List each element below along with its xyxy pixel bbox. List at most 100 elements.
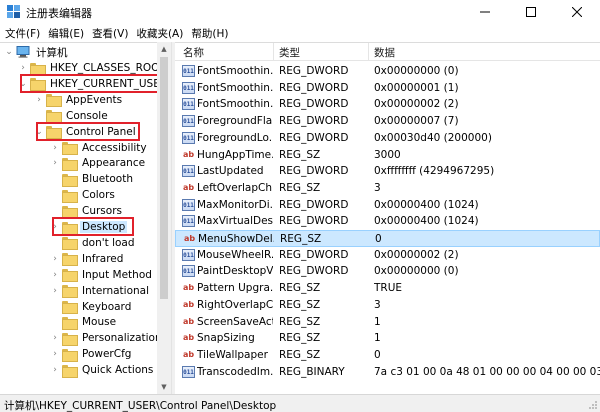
value-name: TileWallpaper [197, 348, 268, 361]
value-row[interactable]: 011 FontSmoothin... REG_DWORD 0x00000001 (1… [175, 80, 600, 97]
tree-item[interactable]: Console [34, 108, 110, 124]
tree-item[interactable]: Cursors [50, 203, 124, 219]
chevron-right-icon[interactable]: › [50, 362, 60, 378]
tree-item[interactable]: › HKEY_CLASSES_ROOT [18, 60, 168, 76]
chevron-right-icon[interactable]: › [50, 330, 60, 346]
tree-item[interactable]: › Accessibility [50, 140, 149, 156]
menu-view[interactable]: 查看(V) [88, 24, 132, 41]
value-type: REG_SZ [279, 181, 321, 194]
registry-editor-icon [7, 5, 20, 18]
status-bar: 计算机\HKEY_CURRENT_USER\Control Panel\Desk… [0, 394, 600, 412]
value-name: Pattern Upgra... [197, 282, 273, 295]
value-type: REG_DWORD [279, 131, 349, 144]
column-header-type[interactable]: 类型 [279, 45, 300, 60]
value-type: REG_DWORD [279, 248, 349, 261]
scroll-thumb[interactable] [160, 57, 168, 299]
value-row[interactable]: 011 TranscodedIm... REG_BINARY 7a c3 01 00 … [175, 364, 600, 381]
folder-icon [62, 173, 78, 187]
values-list[interactable]: 名称 类型 数据 011 FontSmoothin... REG_DWORD 0x00… [175, 42, 600, 394]
tree-item[interactable]: Bluetooth [50, 171, 135, 187]
tree-item[interactable]: ⌄ Control Panel [34, 124, 138, 140]
column-header-data[interactable]: 数据 [374, 45, 395, 60]
value-row[interactable]: 011 MaxMonitorDi... REG_DWORD 0x00000400 (1… [175, 197, 600, 214]
minimize-icon [480, 11, 490, 13]
column-separator[interactable] [273, 43, 274, 61]
registry-tree[interactable]: ⌄ 计算机 › HKEY_CLASSES_ROOT ⌄ HKEY_CURRENT_US… [0, 42, 171, 394]
value-row[interactable]: 011 ForegroundLo... REG_DWORD 0x00030d40 (2… [175, 130, 600, 147]
value-row[interactable]: ab SnapSizing REG_SZ 1 [175, 330, 600, 347]
value-row[interactable]: 011PaintDesktopV... REG_DWORD 0x00000000 (… [175, 263, 600, 280]
menu-file[interactable]: 文件(F) [0, 24, 44, 41]
chevron-right-icon[interactable]: › [50, 140, 60, 156]
tree-item[interactable]: › Appearance [50, 155, 147, 171]
resize-grip-icon[interactable] [588, 400, 598, 410]
column-separator[interactable] [368, 43, 369, 61]
tree-item[interactable]: › AppEvents [34, 92, 124, 108]
value-row[interactable]: 011ForegroundFla... REG_DWORD 0x00000007 (… [175, 113, 600, 130]
menu-edit[interactable]: 编辑(E) [44, 24, 88, 41]
chevron-right-icon[interactable]: › [50, 155, 60, 171]
value-row[interactable]: abLeftOverlapCh... REG_SZ 3 [175, 180, 600, 197]
value-name: SnapSizing [197, 332, 255, 345]
chevron-right-icon[interactable]: › [34, 92, 44, 108]
maximize-button[interactable] [508, 0, 554, 24]
value-type: REG_SZ [280, 233, 322, 245]
chevron-right-icon[interactable]: › [50, 219, 60, 235]
tree-item-label: Cursors [82, 205, 122, 218]
tree-item[interactable]: Colors [50, 187, 117, 203]
tree-item[interactable]: › Personalization [50, 330, 164, 346]
chevron-right-icon[interactable]: › [18, 60, 28, 76]
value-row[interactable]: 011 MouseWheelR... REG_DWORD 0x00000002 (2) [175, 247, 600, 264]
chevron-right-icon[interactable]: › [50, 283, 60, 299]
scroll-up-arrow-icon[interactable]: ▲ [157, 42, 171, 56]
minimize-button[interactable] [462, 0, 508, 24]
value-data: 0x00000001 (1) [374, 81, 459, 94]
folder-icon [62, 157, 78, 171]
tree-item[interactable]: Keyboard [50, 299, 133, 315]
value-data: 1 [374, 332, 381, 345]
value-row[interactable]: abScreenSaveAct... REG_SZ 1 [175, 314, 600, 331]
tree-vertical-scrollbar[interactable]: ▲ ▼ [157, 42, 171, 394]
value-row[interactable]: ab TileWallpaper REG_SZ 0 [175, 347, 600, 364]
folder-icon [62, 269, 78, 283]
tree-item[interactable]: don't load [50, 235, 137, 251]
scroll-down-arrow-icon[interactable]: ▼ [157, 380, 171, 394]
tree-item[interactable]: › Infrared [50, 251, 125, 267]
tree-item[interactable]: Mouse [50, 314, 118, 330]
value-row[interactable]: ab Pattern Upgra... REG_SZ TRUE [175, 280, 600, 297]
value-row[interactable]: 011MaxVirtualDes... REG_DWORD 0x00000400 (… [175, 213, 600, 230]
value-row[interactable]: abRightOverlapC... REG_SZ 3 [175, 297, 600, 314]
string-value-icon: ab [182, 299, 195, 309]
menu-favorites[interactable]: 收藏夹(A) [132, 24, 187, 41]
close-button[interactable] [554, 0, 600, 24]
chevron-right-icon[interactable]: › [50, 267, 60, 283]
value-row[interactable]: 011 LastUpdated REG_DWORD 0xffffffff (42949… [175, 163, 600, 180]
chevron-right-icon[interactable]: › [50, 251, 60, 267]
value-row[interactable]: ab HungAppTime... REG_SZ 3000 [175, 147, 600, 164]
chevron-down-icon[interactable]: ⌄ [34, 124, 44, 140]
string-value-icon: ab [182, 349, 195, 359]
chevron-down-icon[interactable]: ⌄ [4, 44, 14, 60]
tree-item[interactable]: ⌄ HKEY_CURRENT_USER [18, 76, 169, 92]
tree-item[interactable]: › PowerCfg [50, 346, 133, 362]
chevron-down-icon[interactable]: ⌄ [18, 76, 28, 92]
binary-value-icon: 011 [182, 365, 195, 378]
binary-value-icon: 011 [182, 81, 195, 94]
chevron-right-icon[interactable]: › [50, 346, 60, 362]
tree-item-label: don't load [82, 236, 135, 249]
value-type: REG_DWORD [279, 198, 349, 211]
tree-item[interactable]: › Quick Actions [50, 362, 155, 378]
value-row[interactable]: 011 FontSmoothin... REG_DWORD 0x00000000 (0… [175, 63, 600, 80]
tree-item[interactable]: › International [50, 283, 151, 299]
value-row[interactable]: abMenuShowDel... REG_SZ 0 [175, 230, 600, 247]
menu-help[interactable]: 帮助(H) [187, 24, 232, 41]
folder-icon [62, 253, 78, 267]
value-row[interactable]: 011 FontSmoothin... REG_DWORD 0x00000002 (2… [175, 96, 600, 113]
tree-item-label: Input Method [82, 268, 152, 281]
tree-item[interactable]: › Input Method [50, 267, 154, 283]
tree-item[interactable]: › Desktop [50, 219, 128, 235]
tree-item-label: Control Panel [66, 125, 136, 138]
column-header-name[interactable]: 名称 [183, 45, 204, 60]
tree-root-computer[interactable]: ⌄ 计算机 [4, 44, 70, 60]
